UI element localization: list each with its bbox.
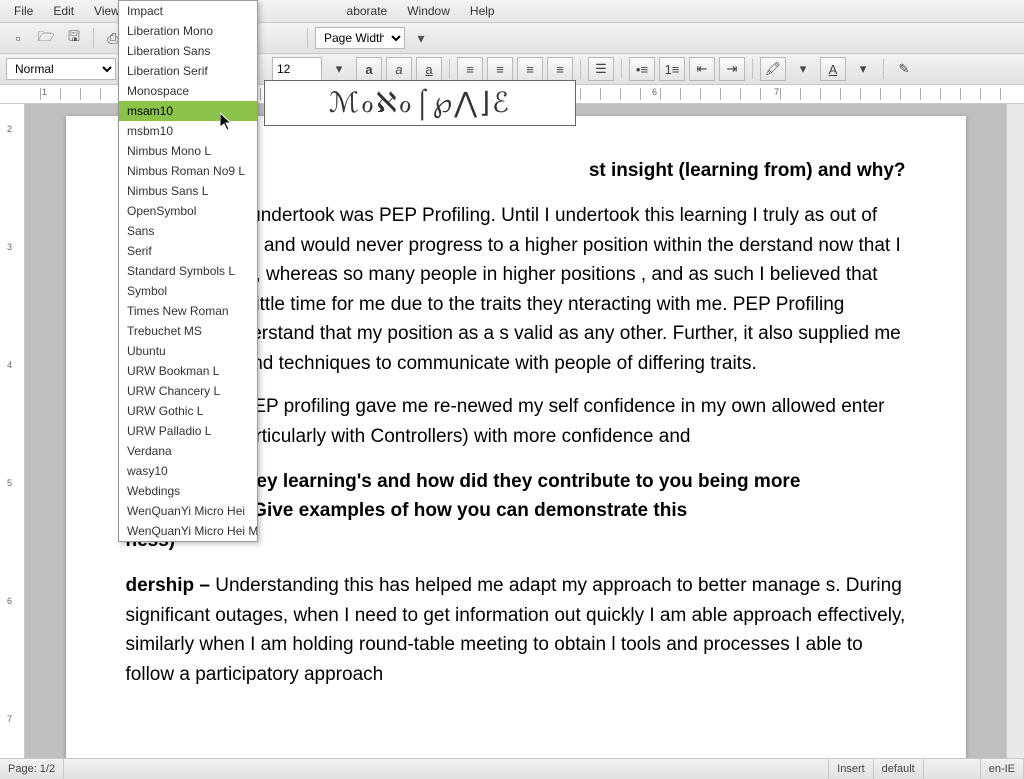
font-option[interactable]: Liberation Serif <box>119 61 257 81</box>
font-option[interactable]: Nimbus Sans L <box>119 181 257 201</box>
font-option[interactable]: Impact <box>119 1 257 21</box>
align-left-button[interactable]: ≡ <box>457 57 483 81</box>
font-option[interactable]: Liberation Sans <box>119 41 257 61</box>
font-option[interactable]: URW Bookman L <box>119 361 257 381</box>
status-defaults[interactable]: default <box>874 759 924 779</box>
ruler-vertical[interactable]: 234567 <box>0 104 25 758</box>
menu-file[interactable]: File <box>4 2 43 20</box>
font-option[interactable]: Sans <box>119 221 257 241</box>
bullet-list-button[interactable]: •≡ <box>629 57 655 81</box>
font-option[interactable]: OpenSymbol <box>119 201 257 221</box>
decrease-indent-button[interactable]: ⇤ <box>689 57 715 81</box>
font-name-dropdown[interactable]: ImpactLiberation MonoLiberation SansLibe… <box>118 0 258 542</box>
number-list-button[interactable]: 1≡ <box>659 57 685 81</box>
zoom-select[interactable]: Page Width <box>315 27 405 49</box>
menu-help[interactable]: Help <box>460 2 505 20</box>
menu-edit[interactable]: Edit <box>43 2 84 20</box>
font-option[interactable]: WenQuanYi Micro Hei <box>119 501 257 521</box>
font-option[interactable]: URW Gothic L <box>119 401 257 421</box>
font-option[interactable]: Symbol <box>119 281 257 301</box>
body-paragraph: dership – Understanding this has helped … <box>126 571 906 689</box>
vertical-scrollbar[interactable] <box>1006 104 1024 758</box>
increase-indent-button[interactable]: ⇥ <box>719 57 745 81</box>
font-size-input[interactable] <box>272 57 322 81</box>
new-doc-icon[interactable]: ▫ <box>6 26 30 50</box>
font-option[interactable]: URW Palladio L <box>119 421 257 441</box>
align-right-button[interactable]: ≡ <box>517 57 543 81</box>
status-language[interactable]: en-IE <box>981 759 1024 779</box>
font-option[interactable]: Webdings <box>119 481 257 501</box>
status-insert-mode[interactable]: Insert <box>829 759 874 779</box>
font-color-dropdown-icon[interactable]: ▾ <box>850 57 876 81</box>
font-option[interactable]: Verdana <box>119 441 257 461</box>
status-page[interactable]: Page: 1/2 <box>0 759 64 779</box>
font-option[interactable]: WenQuanYi Micro Hei Mono <box>119 521 257 541</box>
font-option[interactable]: msbm10 <box>119 121 257 141</box>
italic-button[interactable]: a <box>386 57 412 81</box>
align-center-button[interactable]: ≡ <box>487 57 513 81</box>
highlight-dropdown-icon[interactable]: ▾ <box>790 57 816 81</box>
font-option[interactable]: URW Chancery L <box>119 381 257 401</box>
font-option[interactable]: msam10 <box>119 101 257 121</box>
font-option[interactable]: Ubuntu <box>119 341 257 361</box>
font-color-button[interactable]: A <box>820 57 846 81</box>
bold-button[interactable]: a <box>356 57 382 81</box>
font-option[interactable]: Trebuchet MS <box>119 321 257 341</box>
font-option[interactable]: Monospace <box>119 81 257 101</box>
menu-window[interactable]: Window <box>397 2 460 20</box>
highlight-color-button[interactable]: 🖍 <box>760 57 786 81</box>
status-bar: Page: 1/2 Insert default en-IE <box>0 758 1024 779</box>
paragraph-style-select[interactable]: Normal <box>6 58 116 80</box>
mouse-cursor-icon <box>220 113 234 131</box>
font-option[interactable]: Liberation Mono <box>119 21 257 41</box>
underline-button[interactable]: a <box>416 57 442 81</box>
align-justify-button[interactable]: ≡ <box>547 57 573 81</box>
font-preview-tooltip: ℳℴℵℴ⌠℘⋀⌋ℰ <box>264 80 576 126</box>
font-option[interactable]: Times New Roman <box>119 301 257 321</box>
font-option[interactable]: Standard Symbols L <box>119 261 257 281</box>
font-option[interactable]: Nimbus Roman No9 L <box>119 161 257 181</box>
font-size-dropdown-icon[interactable]: ▾ <box>326 57 352 81</box>
format-paintbrush-icon[interactable]: ✎ <box>891 57 917 81</box>
zoom-dropdown-icon[interactable]: ▾ <box>409 26 433 50</box>
open-icon[interactable]: 🗁 <box>34 26 58 50</box>
font-option[interactable]: Nimbus Mono L <box>119 141 257 161</box>
menu-collaborate[interactable]: aborate <box>337 2 398 20</box>
font-option[interactable]: wasy10 <box>119 461 257 481</box>
font-option[interactable]: Serif <box>119 241 257 261</box>
line-spacing-button[interactable]: ☰ <box>588 57 614 81</box>
save-icon[interactable]: 🖫 <box>62 26 86 50</box>
